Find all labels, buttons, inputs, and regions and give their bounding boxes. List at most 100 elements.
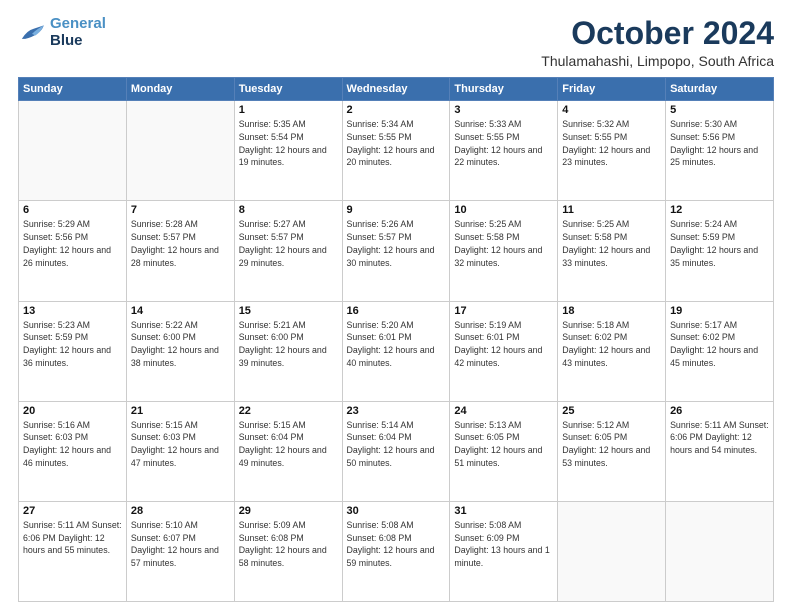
- logo-line2: Blue: [50, 33, 106, 50]
- table-row: 24 Sunrise: 5:13 AM Sunset: 6:05 PM Dayli…: [450, 401, 558, 501]
- col-friday: Friday: [558, 78, 666, 101]
- table-row: 8 Sunrise: 5:27 AM Sunset: 5:57 PM Daylig…: [234, 201, 342, 301]
- day-info: Sunrise: 5:18 AM Sunset: 6:02 PM Dayligh…: [562, 319, 661, 370]
- table-row: 21Sunrise: 5:15 AM Sunset: 6:03 PM Dayli…: [126, 401, 234, 501]
- table-row: [126, 101, 234, 201]
- table-row: 2Sunrise: 5:34 AM Sunset: 5:55 PM Daylig…: [342, 101, 450, 201]
- day-info: Sunrise: 5:13 AM Sunset: 6:05 PM Dayligh…: [454, 419, 553, 470]
- day-info: Sunrise: 5:20 AM Sunset: 6:01 PM Dayligh…: [347, 319, 446, 370]
- day-number: 8: [239, 204, 338, 216]
- table-row: 17Sunrise: 5:19 AM Sunset: 6:01 PM Dayli…: [450, 301, 558, 401]
- day-number: 31: [454, 505, 553, 517]
- day-number: 29: [239, 505, 338, 517]
- day-info: Sunrise: 5:27 AM Sunset: 5:57 PM Dayligh…: [239, 218, 338, 269]
- logo-icon: [18, 22, 46, 44]
- day-info: Sunrise: 5:28 AM Sunset: 5:57 PM Dayligh…: [131, 218, 230, 269]
- day-info: Sunrise: 5:30 AM Sunset: 5:56 PM Dayligh…: [670, 118, 769, 169]
- table-row: 28Sunrise: 5:10 AM Sunset: 6:07 PM Dayli…: [126, 501, 234, 601]
- day-info: Sunrise: 5:11 AM Sunset: 6:06 PM Dayligh…: [23, 519, 122, 557]
- table-row: 14 Sunrise: 5:22 AM Sunset: 6:00 PM Dayli…: [126, 301, 234, 401]
- table-row: [19, 101, 127, 201]
- table-row: 27 Sunrise: 5:11 AM Sunset: 6:06 PM Dayli…: [19, 501, 127, 601]
- day-info: Sunrise: 5:35 AM Sunset: 5:54 PM Dayligh…: [239, 118, 338, 169]
- table-row: 3 Sunrise: 5:33 AM Sunset: 5:55 PM Daylig…: [450, 101, 558, 201]
- table-row: 4 Sunrise: 5:32 AM Sunset: 5:55 PM Daylig…: [558, 101, 666, 201]
- day-info: Sunrise: 5:25 AM Sunset: 5:58 PM Dayligh…: [454, 218, 553, 269]
- day-info: Sunrise: 5:11 AM Sunset: 6:06 PM Dayligh…: [670, 419, 769, 457]
- day-info: Sunrise: 5:15 AM Sunset: 6:03 PM Dayligh…: [131, 419, 230, 470]
- day-info: Sunrise: 5:32 AM Sunset: 5:55 PM Dayligh…: [562, 118, 661, 169]
- day-number: 1: [239, 104, 338, 116]
- table-row: [558, 501, 666, 601]
- table-row: 9Sunrise: 5:26 AM Sunset: 5:57 PM Daylig…: [342, 201, 450, 301]
- day-info: Sunrise: 5:08 AM Sunset: 6:09 PM Dayligh…: [454, 519, 553, 570]
- logo-line1: General: [50, 16, 106, 33]
- table-row: 18 Sunrise: 5:18 AM Sunset: 6:02 PM Dayli…: [558, 301, 666, 401]
- calendar-week-row: 13 Sunrise: 5:23 AM Sunset: 5:59 PM Dayli…: [19, 301, 774, 401]
- table-row: 31 Sunrise: 5:08 AM Sunset: 6:09 PM Dayli…: [450, 501, 558, 601]
- day-number: 7: [131, 204, 230, 216]
- day-number: 27: [23, 505, 122, 517]
- table-row: 7 Sunrise: 5:28 AM Sunset: 5:57 PM Daylig…: [126, 201, 234, 301]
- day-number: 12: [670, 204, 769, 216]
- day-number: 16: [347, 305, 446, 317]
- day-number: 18: [562, 305, 661, 317]
- main-title: October 2024: [541, 16, 774, 51]
- table-row: 6 Sunrise: 5:29 AM Sunset: 5:56 PM Daylig…: [19, 201, 127, 301]
- day-info: Sunrise: 5:25 AM Sunset: 5:58 PM Dayligh…: [562, 218, 661, 269]
- day-info: Sunrise: 5:26 AM Sunset: 5:57 PM Dayligh…: [347, 218, 446, 269]
- logo-text: General Blue: [50, 16, 106, 49]
- day-info: Sunrise: 5:29 AM Sunset: 5:56 PM Dayligh…: [23, 218, 122, 269]
- day-number: 22: [239, 405, 338, 417]
- day-info: Sunrise: 5:24 AM Sunset: 5:59 PM Dayligh…: [670, 218, 769, 269]
- day-number: 24: [454, 405, 553, 417]
- table-row: 13 Sunrise: 5:23 AM Sunset: 5:59 PM Dayli…: [19, 301, 127, 401]
- day-number: 30: [347, 505, 446, 517]
- table-row: [666, 501, 774, 601]
- day-number: 13: [23, 305, 122, 317]
- day-number: 25: [562, 405, 661, 417]
- table-row: 11Sunrise: 5:25 AM Sunset: 5:58 PM Dayli…: [558, 201, 666, 301]
- day-info: Sunrise: 5:33 AM Sunset: 5:55 PM Dayligh…: [454, 118, 553, 169]
- day-number: 2: [347, 104, 446, 116]
- col-tuesday: Tuesday: [234, 78, 342, 101]
- day-info: Sunrise: 5:10 AM Sunset: 6:07 PM Dayligh…: [131, 519, 230, 570]
- day-info: Sunrise: 5:22 AM Sunset: 6:00 PM Dayligh…: [131, 319, 230, 370]
- day-info: Sunrise: 5:12 AM Sunset: 6:05 PM Dayligh…: [562, 419, 661, 470]
- page: General Blue October 2024 Thulamahashi, …: [0, 0, 792, 612]
- logo: General Blue: [18, 16, 106, 49]
- header: General Blue October 2024 Thulamahashi, …: [18, 16, 774, 69]
- col-thursday: Thursday: [450, 78, 558, 101]
- calendar-week-row: 1 Sunrise: 5:35 AM Sunset: 5:54 PM Daylig…: [19, 101, 774, 201]
- day-info: Sunrise: 5:17 AM Sunset: 6:02 PM Dayligh…: [670, 319, 769, 370]
- day-number: 10: [454, 204, 553, 216]
- subtitle: Thulamahashi, Limpopo, South Africa: [541, 53, 774, 69]
- day-number: 14: [131, 305, 230, 317]
- day-number: 5: [670, 104, 769, 116]
- day-number: 26: [670, 405, 769, 417]
- table-row: 30Sunrise: 5:08 AM Sunset: 6:08 PM Dayli…: [342, 501, 450, 601]
- day-info: Sunrise: 5:19 AM Sunset: 6:01 PM Dayligh…: [454, 319, 553, 370]
- table-row: 26 Sunrise: 5:11 AM Sunset: 6:06 PM Dayli…: [666, 401, 774, 501]
- day-info: Sunrise: 5:14 AM Sunset: 6:04 PM Dayligh…: [347, 419, 446, 470]
- table-row: 22Sunrise: 5:15 AM Sunset: 6:04 PM Dayli…: [234, 401, 342, 501]
- day-info: Sunrise: 5:23 AM Sunset: 5:59 PM Dayligh…: [23, 319, 122, 370]
- col-saturday: Saturday: [666, 78, 774, 101]
- table-row: 5 Sunrise: 5:30 AM Sunset: 5:56 PM Daylig…: [666, 101, 774, 201]
- table-row: 23Sunrise: 5:14 AM Sunset: 6:04 PM Dayli…: [342, 401, 450, 501]
- day-info: Sunrise: 5:16 AM Sunset: 6:03 PM Dayligh…: [23, 419, 122, 470]
- day-number: 6: [23, 204, 122, 216]
- day-number: 4: [562, 104, 661, 116]
- calendar-week-row: 6 Sunrise: 5:29 AM Sunset: 5:56 PM Daylig…: [19, 201, 774, 301]
- title-block: October 2024 Thulamahashi, Limpopo, Sout…: [541, 16, 774, 69]
- day-number: 20: [23, 405, 122, 417]
- day-info: Sunrise: 5:09 AM Sunset: 6:08 PM Dayligh…: [239, 519, 338, 570]
- table-row: 29 Sunrise: 5:09 AM Sunset: 6:08 PM Dayli…: [234, 501, 342, 601]
- day-number: 3: [454, 104, 553, 116]
- col-wednesday: Wednesday: [342, 78, 450, 101]
- day-number: 19: [670, 305, 769, 317]
- calendar-header-row: Sunday Monday Tuesday Wednesday Thursday…: [19, 78, 774, 101]
- col-monday: Monday: [126, 78, 234, 101]
- calendar-table: Sunday Monday Tuesday Wednesday Thursday…: [18, 77, 774, 602]
- table-row: 10 Sunrise: 5:25 AM Sunset: 5:58 PM Dayli…: [450, 201, 558, 301]
